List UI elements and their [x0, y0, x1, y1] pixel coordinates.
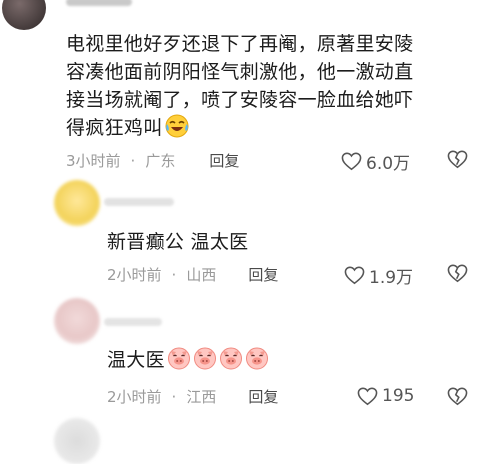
pig-face-icon: [167, 346, 191, 378]
comment-text-line: 得疯狂鸡叫: [66, 117, 163, 139]
pig-face-icon: [219, 346, 243, 378]
comment-time: 2小时前: [107, 388, 162, 406]
comment-text-content: 温大医: [107, 349, 165, 371]
reply-button[interactable]: 回复: [248, 386, 278, 407]
heart-icon: [344, 266, 365, 285]
comment-location: 江西: [186, 388, 217, 406]
comment-meta: 2小时前 · 山西 回复: [107, 264, 278, 285]
broken-heart-icon: [447, 387, 468, 406]
comment-location: 山西: [186, 266, 217, 284]
comment-time: 2小时前: [107, 266, 162, 284]
comment-meta: 2小时前 · 江西 回复: [107, 386, 278, 407]
pig-face-icon: [245, 346, 269, 378]
separator-dot: ·: [171, 387, 177, 406]
pig-face-icon: [193, 346, 217, 378]
dislike-button[interactable]: [447, 264, 468, 287]
comment-text: 新晋癫公 温太医: [107, 231, 249, 253]
username-blurred[interactable]: [104, 198, 174, 206]
avatar[interactable]: [54, 418, 100, 464]
separator-dot: ·: [130, 151, 136, 170]
like-count: 195: [382, 386, 415, 406]
dislike-button[interactable]: [447, 387, 468, 410]
heart-icon: [357, 387, 378, 405]
avatar[interactable]: [2, 0, 46, 30]
reply-button[interactable]: 回复: [248, 264, 278, 285]
broken-heart-icon: [447, 150, 468, 169]
like-button[interactable]: 6.0万: [341, 149, 410, 174]
avatar[interactable]: [54, 298, 100, 344]
comment-location: 广东: [145, 152, 176, 170]
laughing-crying-face-icon: [165, 114, 189, 146]
username-blurred[interactable]: [66, 0, 132, 6]
reply-button[interactable]: 回复: [209, 150, 239, 171]
comment-time: 3小时前: [66, 152, 121, 170]
separator-dot: ·: [171, 265, 177, 284]
heart-icon: [341, 152, 362, 171]
like-button[interactable]: 1.9万: [344, 263, 413, 288]
comment-meta: 3小时前 · 广东 回复: [66, 150, 239, 171]
dislike-button[interactable]: [447, 150, 468, 173]
broken-heart-icon: [447, 264, 468, 283]
comment-text-line: 容凑他面前阴阳怪气刺激他，他一激动直: [66, 61, 414, 83]
like-button[interactable]: 195: [357, 386, 414, 406]
comment-text-line: 接当场就阉了，喷了安陵容一脸血给她吓: [66, 89, 414, 111]
username-blurred[interactable]: [104, 318, 162, 326]
comment-text: 温大医: [107, 346, 269, 378]
avatar[interactable]: [54, 180, 100, 226]
comment-text: 电视里他好歹还退下了再阉，原著里安陵 容凑他面前阴阳怪气刺激他，他一激动直 接当…: [66, 30, 476, 146]
emoji-group: [165, 347, 269, 371]
comment-text-line: 电视里他好歹还退下了再阉，原著里安陵: [66, 33, 414, 55]
like-count: 6.0万: [366, 154, 411, 174]
like-count: 1.9万: [369, 268, 414, 288]
